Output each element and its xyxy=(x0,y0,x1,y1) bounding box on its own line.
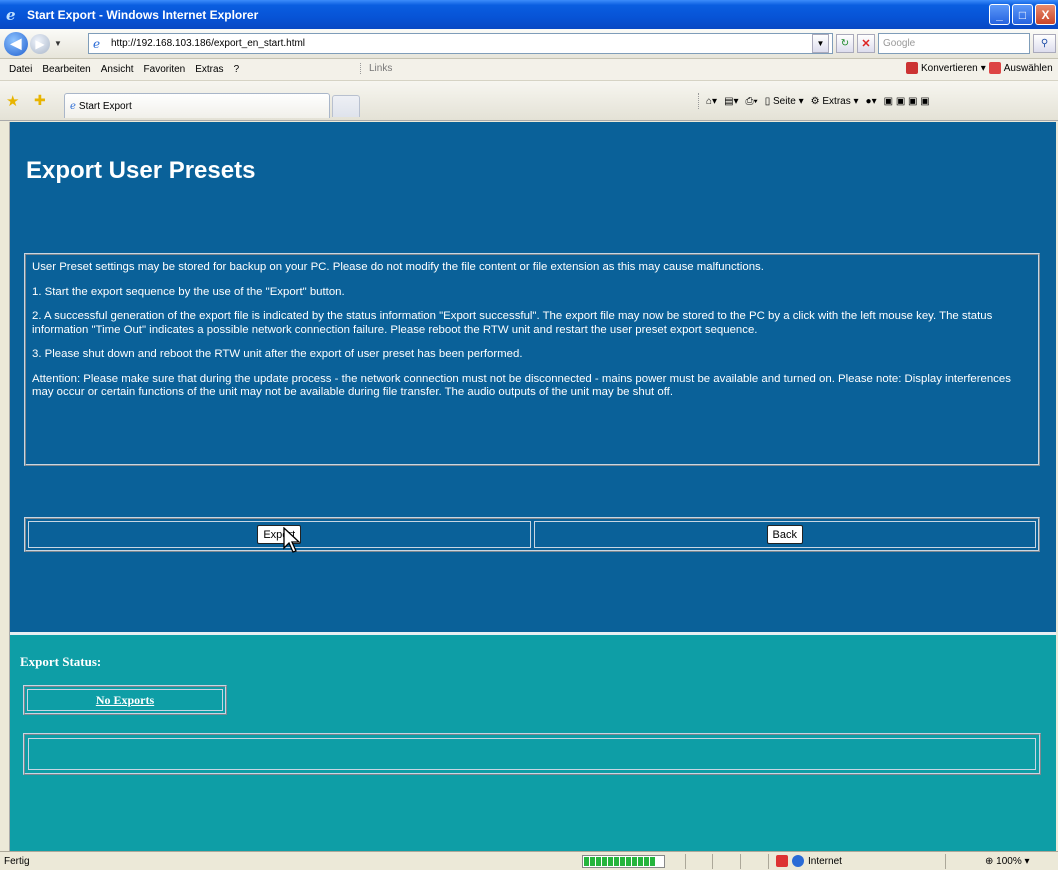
help-icon[interactable]: ●▾ xyxy=(866,96,877,107)
pdf-convert-icon xyxy=(906,62,918,74)
export-status-label: Export Status: xyxy=(20,654,102,669)
mouse-cursor-icon xyxy=(283,527,301,553)
tab-page-icon: e xyxy=(70,100,76,112)
print-icon[interactable]: ⎙▾ xyxy=(746,96,758,107)
window-title: Start Export - Windows Internet Explorer xyxy=(27,7,259,22)
info-box: User Preset settings may be stored for b… xyxy=(24,253,1040,466)
zoom-level: 100% xyxy=(996,856,1022,867)
command-bar: ⌂▾ ▤▾ ⎙▾ ▯ Seite ▾ ⚙ Extras ▾ ●▾ ▣ ▣ ▣ ▣ xyxy=(698,93,930,109)
separator xyxy=(712,854,713,869)
select-icon xyxy=(988,62,1001,74)
menu-extras[interactable]: Extras xyxy=(190,64,228,75)
konvertieren-button[interactable]: Konvertieren xyxy=(921,63,978,74)
info-attention: Attention: Please make sure that during … xyxy=(32,372,1011,399)
export-cell: Export xyxy=(28,521,531,548)
separator xyxy=(768,854,769,869)
refresh-icon[interactable]: ↻ xyxy=(836,34,854,53)
info-step-3: 3. Please shut down and reboot the RTW u… xyxy=(32,348,523,360)
tools-menu-label: Extras xyxy=(822,95,851,107)
close-button[interactable]: X xyxy=(1035,4,1056,25)
upper-frame: Export User Presets User Preset settings… xyxy=(10,122,1056,632)
auswaehlen-button[interactable]: Auswählen xyxy=(1004,63,1053,74)
menu-help[interactable]: ? xyxy=(229,64,245,75)
addon-icon[interactable]: ▣ ▣ ▣ ▣ xyxy=(884,96,930,107)
forward-nav-icon[interactable]: ▶ xyxy=(30,33,50,54)
address-dropdown-icon[interactable]: ▼ xyxy=(812,34,829,53)
zone-label: Internet xyxy=(808,855,842,867)
zoom-icon: ⊕ xyxy=(985,856,994,867)
security-zone[interactable]: Internet xyxy=(776,855,842,867)
tab-start-export[interactable]: e Start Export xyxy=(64,93,330,118)
stop-icon[interactable]: ✕ xyxy=(857,34,875,53)
tab-toolbar: ★ ✚ e Start Export ⌂▾ ▤▾ ⎙▾ ▯ Seite ▾ ⚙ … xyxy=(0,81,1058,121)
info-step-1: 1. Start the export sequence by the use … xyxy=(32,285,345,298)
separator xyxy=(945,854,946,869)
add-favorite-icon[interactable]: ✚ xyxy=(34,92,46,109)
home-icon[interactable]: ⌂▾ xyxy=(706,96,717,107)
status-text: Fertig xyxy=(4,856,30,867)
menu-favoriten[interactable]: Favoriten xyxy=(139,64,191,75)
separator xyxy=(698,93,699,109)
dropdown-arrow-icon: ▾ xyxy=(980,62,986,74)
address-toolbar: ◀ ▶ ▼ e http://192.168.103.186/export_en… xyxy=(0,29,1058,59)
maximize-button[interactable]: □ xyxy=(1012,4,1033,25)
minimize-button[interactable]: _ xyxy=(989,4,1010,25)
status-box: No Exports xyxy=(23,685,227,715)
protected-mode-icon xyxy=(776,855,788,867)
page-icon: e xyxy=(93,36,101,51)
menu-ansicht[interactable]: Ansicht xyxy=(96,64,139,75)
feeds-icon[interactable]: ▤▾ xyxy=(724,96,738,107)
search-placeholder: Google xyxy=(883,38,916,49)
left-frame-border xyxy=(0,122,10,851)
progress-bar xyxy=(582,855,665,868)
zoom-control[interactable]: ⊕ 100% ▾ xyxy=(985,856,1030,867)
download-box xyxy=(23,733,1041,775)
address-input[interactable]: e http://192.168.103.186/export_en_start… xyxy=(88,33,833,54)
search-input[interactable]: Google xyxy=(878,33,1030,54)
page-title: Export User Presets xyxy=(26,157,256,184)
convert-toolbar: Konvertieren ▾ Auswählen xyxy=(906,62,1053,74)
menu-bar: Datei Bearbeiten Ansicht Favoriten Extra… xyxy=(0,59,1058,81)
back-button[interactable]: Back xyxy=(766,525,803,544)
page-menu[interactable]: ▯ Seite ▾ xyxy=(765,96,804,107)
address-url: http://192.168.103.186/export_en_start.h… xyxy=(111,38,306,49)
zoom-dropdown-icon: ▾ xyxy=(1024,856,1030,867)
menu-datei[interactable]: Datei xyxy=(4,64,37,75)
separator xyxy=(740,854,741,869)
info-intro: User Preset settings may be stored for b… xyxy=(32,261,764,273)
back-cell: Back xyxy=(533,521,1036,548)
info-step-2: 2. A successful generation of the export… xyxy=(32,310,993,336)
status-frame: Export Status: No Exports xyxy=(10,635,1056,851)
window-controls: _ □ X xyxy=(989,4,1056,25)
back-nav-icon[interactable]: ◀ xyxy=(4,31,28,56)
status-bar: Fertig Internet ⊕ 100% ▾ xyxy=(0,851,1058,870)
new-tab-button[interactable] xyxy=(332,95,360,117)
download-area xyxy=(28,738,1036,770)
globe-icon xyxy=(792,855,804,867)
page-content: Export User Presets User Preset settings… xyxy=(10,122,1056,851)
links-label[interactable]: Links xyxy=(360,63,392,74)
tab-label: Start Export xyxy=(78,100,132,112)
search-icon[interactable]: ⚲ xyxy=(1033,34,1056,53)
button-table: Export Back xyxy=(24,517,1040,552)
status-value-link[interactable]: No Exports xyxy=(27,689,223,711)
page-menu-label: Seite xyxy=(773,95,796,107)
separator xyxy=(685,854,686,869)
tools-menu[interactable]: ⚙ Extras ▾ xyxy=(811,96,859,107)
favorites-star-icon[interactable]: ★ xyxy=(6,92,19,110)
history-dropdown-icon[interactable]: ▼ xyxy=(54,39,62,48)
window-title-bar: e Start Export - Windows Internet Explor… xyxy=(0,0,1058,29)
menu-bearbeiten[interactable]: Bearbeiten xyxy=(37,64,95,75)
ie-logo-icon: e xyxy=(6,5,16,24)
